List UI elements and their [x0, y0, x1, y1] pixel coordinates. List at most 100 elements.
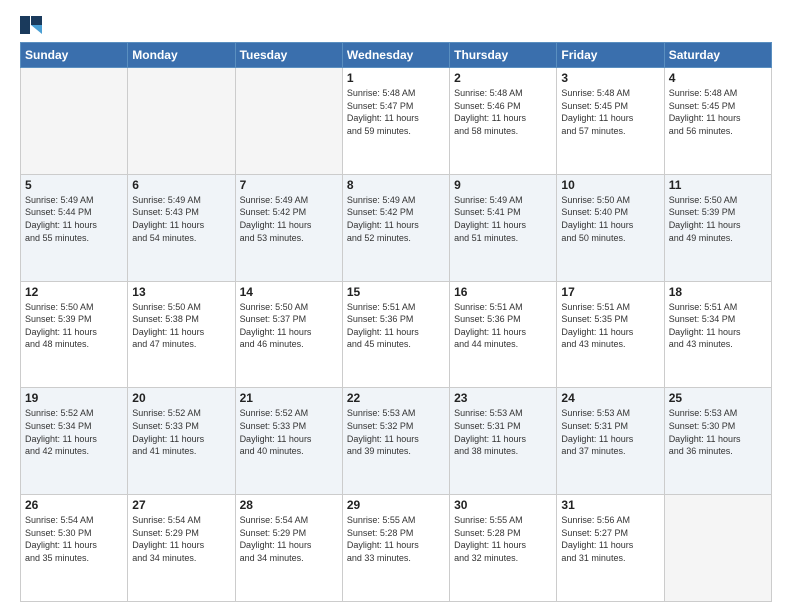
daylight-minutes: and 40 minutes.	[240, 446, 304, 456]
day-number: 8	[347, 178, 445, 192]
logo	[20, 16, 44, 34]
calendar-cell: 27Sunrise: 5:54 AMSunset: 5:29 PMDayligh…	[128, 495, 235, 602]
calendar-cell: 1Sunrise: 5:48 AMSunset: 5:47 PMDaylight…	[342, 68, 449, 175]
day-info: Sunrise: 5:52 AMSunset: 5:34 PMDaylight:…	[25, 407, 123, 457]
daylight-minutes: and 37 minutes.	[561, 446, 625, 456]
day-number: 17	[561, 285, 659, 299]
daylight-minutes: and 33 minutes.	[347, 553, 411, 563]
calendar-table: SundayMondayTuesdayWednesdayThursdayFrid…	[20, 42, 772, 602]
daylight-minutes: and 52 minutes.	[347, 233, 411, 243]
calendar-cell: 3Sunrise: 5:48 AMSunset: 5:45 PMDaylight…	[557, 68, 664, 175]
sunrise-label: Sunrise: 5:49 AM	[25, 195, 94, 205]
daylight-label: Daylight: 11 hours	[561, 327, 633, 337]
calendar-cell: 12Sunrise: 5:50 AMSunset: 5:39 PMDayligh…	[21, 281, 128, 388]
daylight-minutes: and 34 minutes.	[132, 553, 196, 563]
daylight-minutes: and 41 minutes.	[132, 446, 196, 456]
sunset-label: Sunset: 5:31 PM	[454, 421, 521, 431]
day-number: 14	[240, 285, 338, 299]
daylight-minutes: and 43 minutes.	[561, 339, 625, 349]
daylight-label: Daylight: 11 hours	[240, 327, 312, 337]
daylight-minutes: and 50 minutes.	[561, 233, 625, 243]
day-number: 6	[132, 178, 230, 192]
calendar-cell: 6Sunrise: 5:49 AMSunset: 5:43 PMDaylight…	[128, 174, 235, 281]
sunset-label: Sunset: 5:36 PM	[454, 314, 521, 324]
day-number: 18	[669, 285, 767, 299]
daylight-label: Daylight: 11 hours	[561, 434, 633, 444]
daylight-minutes: and 45 minutes.	[347, 339, 411, 349]
weekday-header-sunday: Sunday	[21, 43, 128, 68]
weekday-header-tuesday: Tuesday	[235, 43, 342, 68]
sunrise-label: Sunrise: 5:50 AM	[669, 195, 738, 205]
calendar-cell: 18Sunrise: 5:51 AMSunset: 5:34 PMDayligh…	[664, 281, 771, 388]
calendar-cell: 8Sunrise: 5:49 AMSunset: 5:42 PMDaylight…	[342, 174, 449, 281]
daylight-label: Daylight: 11 hours	[347, 434, 419, 444]
sunrise-label: Sunrise: 5:50 AM	[132, 302, 201, 312]
day-info: Sunrise: 5:52 AMSunset: 5:33 PMDaylight:…	[240, 407, 338, 457]
sunrise-label: Sunrise: 5:53 AM	[454, 408, 523, 418]
daylight-minutes: and 43 minutes.	[669, 339, 733, 349]
daylight-minutes: and 48 minutes.	[25, 339, 89, 349]
sunset-label: Sunset: 5:42 PM	[347, 207, 414, 217]
sunset-label: Sunset: 5:29 PM	[132, 528, 199, 538]
calendar-cell: 4Sunrise: 5:48 AMSunset: 5:45 PMDaylight…	[664, 68, 771, 175]
daylight-label: Daylight: 11 hours	[240, 540, 312, 550]
day-number: 16	[454, 285, 552, 299]
sunrise-label: Sunrise: 5:53 AM	[347, 408, 416, 418]
daylight-label: Daylight: 11 hours	[25, 327, 97, 337]
weekday-header-thursday: Thursday	[450, 43, 557, 68]
weekday-header-friday: Friday	[557, 43, 664, 68]
sunset-label: Sunset: 5:30 PM	[669, 421, 736, 431]
weekday-header-monday: Monday	[128, 43, 235, 68]
day-number: 1	[347, 71, 445, 85]
calendar-cell: 5 Sunrise: 5:49 AMSunset: 5:44 PMDaylight…	[21, 174, 128, 281]
day-info: Sunrise: 5:49 AMSunset: 5:44 PMDaylight:…	[25, 194, 123, 244]
day-number: 5	[25, 178, 123, 192]
sunset-label: Sunset: 5:33 PM	[132, 421, 199, 431]
sunset-label: Sunset: 5:39 PM	[669, 207, 736, 217]
day-number: 27	[132, 498, 230, 512]
sunrise-label: Sunrise: 5:48 AM	[669, 88, 738, 98]
daylight-minutes: and 47 minutes.	[132, 339, 196, 349]
daylight-label: Daylight: 11 hours	[454, 220, 526, 230]
day-number: 11	[669, 178, 767, 192]
day-number: 23	[454, 391, 552, 405]
calendar-cell: 29Sunrise: 5:55 AMSunset: 5:28 PMDayligh…	[342, 495, 449, 602]
calendar-cell: 11Sunrise: 5:50 AMSunset: 5:39 PMDayligh…	[664, 174, 771, 281]
sunrise-label: Sunrise: 5:48 AM	[347, 88, 416, 98]
daylight-minutes: and 32 minutes.	[454, 553, 518, 563]
day-info: Sunrise: 5:53 AMSunset: 5:30 PMDaylight:…	[669, 407, 767, 457]
calendar-cell: 16Sunrise: 5:51 AMSunset: 5:36 PMDayligh…	[450, 281, 557, 388]
day-info: Sunrise: 5:48 AMSunset: 5:46 PMDaylight:…	[454, 87, 552, 137]
sunrise-label: Sunrise: 5:50 AM	[240, 302, 309, 312]
day-number: 3	[561, 71, 659, 85]
daylight-minutes: and 49 minutes.	[669, 233, 733, 243]
sunrise-label: Sunrise: 5:50 AM	[561, 195, 630, 205]
day-number: 26	[25, 498, 123, 512]
calendar-cell	[21, 68, 128, 175]
day-info: Sunrise: 5:51 AMSunset: 5:35 PMDaylight:…	[561, 301, 659, 351]
calendar-week-row: 26Sunrise: 5:54 AMSunset: 5:30 PMDayligh…	[21, 495, 772, 602]
calendar-cell: 14 Sunrise: 5:50 AM Sunset: 5:37 PM Dayligh…	[235, 281, 342, 388]
header	[20, 16, 772, 34]
daylight-label: Daylight: 11 hours	[561, 220, 633, 230]
calendar-cell	[664, 495, 771, 602]
day-number: 31	[561, 498, 659, 512]
daylight-label: Daylight: 11 hours	[132, 434, 204, 444]
day-number: 28	[240, 498, 338, 512]
day-number: 12	[25, 285, 123, 299]
day-number: 19	[25, 391, 123, 405]
day-info: Sunrise: 5:54 AMSunset: 5:29 PMDaylight:…	[240, 514, 338, 564]
daylight-label: Daylight: 11 hours	[454, 540, 526, 550]
calendar-week-row: 5 Sunrise: 5:49 AMSunset: 5:44 PMDaylight…	[21, 174, 772, 281]
daylight-label: Daylight: 11 hours	[25, 434, 97, 444]
day-number: 7	[240, 178, 338, 192]
sunset-label: Sunset: 5:32 PM	[347, 421, 414, 431]
daylight-label: Daylight: 11 hours	[454, 327, 526, 337]
sunset-label: Sunset: 5:37 PM	[240, 314, 307, 324]
day-number: 29	[347, 498, 445, 512]
sunrise-label: Sunrise: 5:49 AM	[240, 195, 309, 205]
daylight-minutes: and 38 minutes.	[454, 446, 518, 456]
calendar-cell: 15Sunrise: 5:51 AMSunset: 5:36 PMDayligh…	[342, 281, 449, 388]
sunset-label: Sunset: 5:31 PM	[561, 421, 628, 431]
day-info: Sunrise: 5:53 AMSunset: 5:31 PMDaylight:…	[561, 407, 659, 457]
